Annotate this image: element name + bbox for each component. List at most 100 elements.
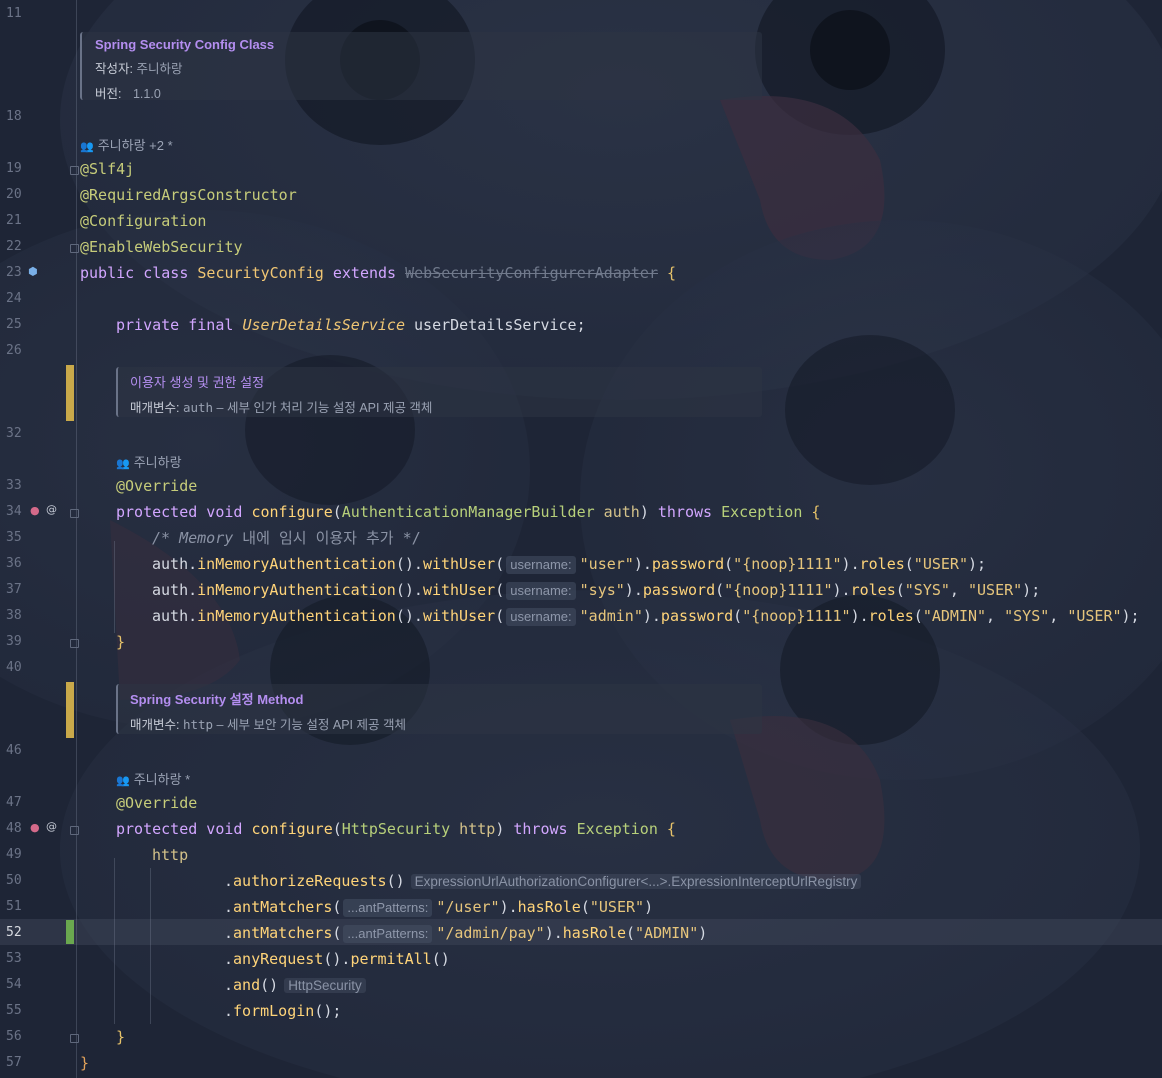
doc-comment-configure-auth[interactable]: 이용자 생성 및 권한 설정 매개변수: auth – 세부 인가 처리 기능 … xyxy=(116,367,762,417)
dot: . xyxy=(188,555,198,573)
keyword: throws xyxy=(513,820,568,838)
author-text: 주니하랑 xyxy=(133,455,182,470)
code-line-53[interactable]: .anyRequest().permitAll() xyxy=(224,946,450,972)
doc-title: 이용자 생성 및 권한 설정 xyxy=(130,375,265,390)
line-number-current: 52 xyxy=(6,925,22,940)
code-line-23[interactable]: public class SecurityConfig extends WebS… xyxy=(80,260,676,286)
code-author-hint[interactable]: 👥 주니하랑 +2 * xyxy=(80,135,173,154)
class-name: SecurityConfig xyxy=(197,264,324,282)
code-line-34[interactable]: protected void configure(AuthenticationM… xyxy=(116,499,820,525)
at-icon[interactable]: @ xyxy=(46,503,57,516)
code-line-39[interactable]: } xyxy=(116,629,125,655)
code-line-52[interactable]: .antMatchers(...antPatterns: "/admin/pay"… xyxy=(224,920,707,946)
line-number: 49 xyxy=(6,847,22,862)
string-literal: "SYS" xyxy=(1004,607,1050,625)
doc-version-label: 버전: xyxy=(95,87,122,101)
field-name: userDetailsService; xyxy=(405,316,586,334)
line-number: 24 xyxy=(6,291,22,306)
paren: ) xyxy=(639,503,658,521)
code-line-56[interactable]: } xyxy=(116,1024,125,1050)
paren: ( xyxy=(495,581,505,599)
method-call: password xyxy=(651,555,725,573)
override-icon[interactable]: ● xyxy=(30,821,40,834)
code-line-48[interactable]: protected void configure(HttpSecurity ht… xyxy=(116,816,676,842)
doc-comment-class[interactable]: Spring Security Config Class 작성자: 주니하랑 버… xyxy=(80,32,762,101)
code-line-57[interactable]: } xyxy=(80,1050,89,1076)
method-call: authorizeRequests xyxy=(233,872,387,890)
code-line-33[interactable]: @Override xyxy=(116,473,197,499)
method-call: password xyxy=(642,581,716,599)
code-line-20[interactable]: @RequiredArgsConstructor xyxy=(80,182,297,208)
code-line-37[interactable]: auth.inMemoryAuthentication().withUser(u… xyxy=(152,577,1040,603)
line-number: 32 xyxy=(6,426,22,441)
line-number: 26 xyxy=(6,343,22,358)
code-line-21[interactable]: @Configuration xyxy=(80,208,206,234)
line-number: 54 xyxy=(6,977,22,992)
deprecated-class: WebSecurityConfigurerAdapter xyxy=(405,264,658,282)
fold-marker[interactable] xyxy=(70,509,79,518)
line-number: 37 xyxy=(6,582,22,597)
dot: . xyxy=(224,898,234,916)
vcs-modified-marker[interactable] xyxy=(66,365,74,421)
override-icon[interactable]: ● xyxy=(30,504,40,517)
bean-icon[interactable]: ⬢ xyxy=(28,265,38,278)
paren: ( xyxy=(715,581,725,599)
paren: ( xyxy=(895,581,905,599)
doc-param-label: 매개변수: xyxy=(130,718,180,732)
method-call: inMemoryAuthentication xyxy=(197,555,396,573)
line-number: 50 xyxy=(6,873,22,888)
code-line-54[interactable]: .and() HttpSecurity xyxy=(224,972,366,998)
line-number: 47 xyxy=(6,795,22,810)
doc-author-row: 작성자: 주니하랑 xyxy=(95,58,762,77)
comment: 내에 임시 이용자 추가 */ xyxy=(233,529,421,547)
code-line-35[interactable]: /* Memory 내에 임시 이용자 추가 */ xyxy=(152,525,421,551)
fold-marker[interactable] xyxy=(70,639,79,648)
comment: /* Memory xyxy=(152,529,234,547)
method-call: inMemoryAuthentication xyxy=(197,607,396,625)
string-literal: "/admin/pay" xyxy=(436,924,545,942)
line-number: 57 xyxy=(6,1055,22,1070)
variable: auth xyxy=(152,581,189,599)
code-editor[interactable]: 11 18 19 20 21 22 23 24 25 26 32 33 34 3… xyxy=(0,0,1162,1078)
dot: . xyxy=(841,581,851,599)
line-number: 40 xyxy=(6,660,22,675)
paren: ( xyxy=(913,607,923,625)
line-number: 51 xyxy=(6,899,22,914)
code-author-hint[interactable]: 👥 주니하랑 xyxy=(116,452,182,471)
code-author-hint[interactable]: 👥 주니하랑 * xyxy=(116,769,190,788)
vcs-added-marker[interactable] xyxy=(66,920,74,944)
fold-marker[interactable] xyxy=(70,166,79,175)
doc-title: Spring Security 설정 Method xyxy=(130,692,304,707)
paren: ) xyxy=(644,898,654,916)
line-number: 46 xyxy=(6,743,22,758)
doc-comment-configure-http[interactable]: Spring Security 설정 Method 매개변수: http – 세… xyxy=(116,684,762,734)
vcs-modified-marker[interactable] xyxy=(66,682,74,738)
code-line-47[interactable]: @Override xyxy=(116,790,197,816)
fold-marker[interactable] xyxy=(70,244,79,253)
method-name: configure xyxy=(251,503,333,521)
code-line-50[interactable]: .authorizeRequests() ExpressionUrlAuthori… xyxy=(224,868,862,894)
code-line-36[interactable]: auth.inMemoryAuthentication().withUser(u… xyxy=(152,551,986,577)
method-call: roles xyxy=(868,607,914,625)
paren: ( xyxy=(733,607,743,625)
paren: () xyxy=(395,555,414,573)
dot: . xyxy=(850,555,860,573)
method-call: withUser xyxy=(422,607,496,625)
code-line-55[interactable]: .formLogin(); xyxy=(224,998,341,1024)
method-call: antMatchers xyxy=(233,924,333,942)
keyword: public class xyxy=(80,264,198,282)
code-line-38[interactable]: auth.inMemoryAuthentication().withUser(u… xyxy=(152,603,1140,629)
code-line-51[interactable]: .antMatchers(...antPatterns: "/user").has… xyxy=(224,894,653,920)
code-line-22[interactable]: @EnableWebSecurity xyxy=(80,234,243,260)
method-call: antMatchers xyxy=(233,898,333,916)
code-line-49[interactable]: http xyxy=(152,842,188,868)
paren: () xyxy=(395,607,414,625)
fold-marker[interactable] xyxy=(70,826,79,835)
fold-marker[interactable] xyxy=(70,1034,79,1043)
code-line-25[interactable]: private final UserDetailsService userDet… xyxy=(116,312,586,338)
brace: } xyxy=(80,1054,90,1072)
code-line-19[interactable]: @Slf4j xyxy=(80,156,134,182)
line-number: 38 xyxy=(6,608,22,623)
at-icon[interactable]: @ xyxy=(46,820,57,833)
brace: { xyxy=(658,264,677,282)
